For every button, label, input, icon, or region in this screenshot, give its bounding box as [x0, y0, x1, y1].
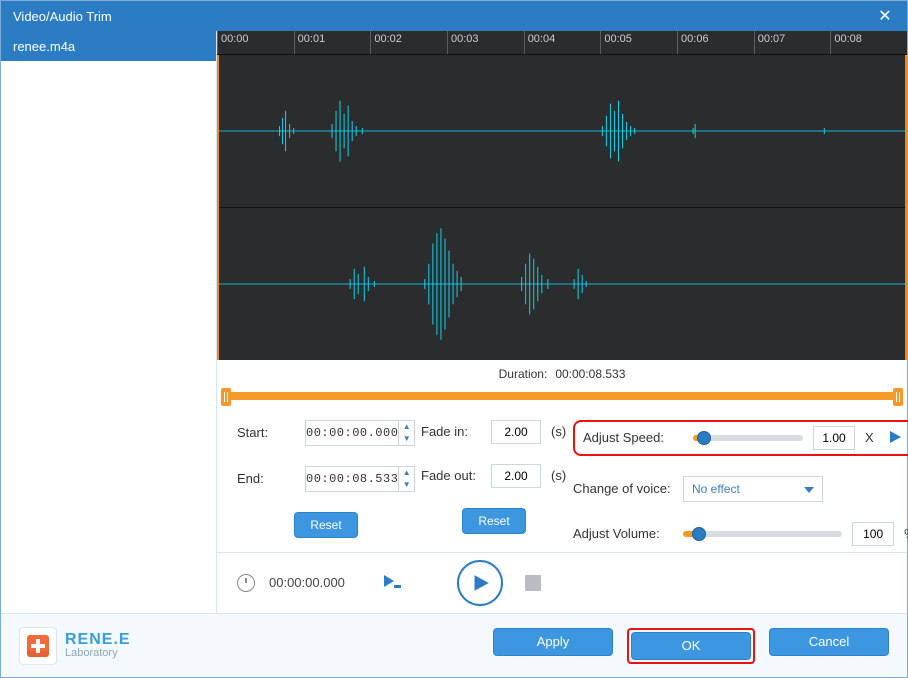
end-label: End: [237, 471, 295, 486]
ruler-tick: 00:07 [754, 31, 831, 54]
spinner-down-icon[interactable]: ▼ [399, 479, 414, 491]
preview-speed-button[interactable] [884, 429, 906, 447]
volume-unit: % [904, 526, 908, 541]
voice-effect-value: No effect [692, 482, 740, 496]
duration-label: Duration: [499, 367, 548, 381]
seconds-unit: (s) [551, 468, 567, 483]
reset-fade-button[interactable]: Reset [462, 508, 526, 534]
ruler-tick: 00:02 [370, 31, 447, 54]
titlebar: Video/Audio Trim ✕ [1, 1, 907, 31]
ruler-tick: 00:01 [294, 31, 371, 54]
spinner-down-icon[interactable]: ▼ [399, 433, 414, 445]
seek-end-button[interactable] [379, 572, 405, 594]
footer: RENE.E Laboratory Apply OK Cancel [1, 613, 907, 677]
volume-slider[interactable] [683, 531, 842, 537]
ok-highlight: OK [627, 628, 755, 664]
play-button[interactable] [457, 560, 503, 606]
window-title: Video/Audio Trim [13, 9, 873, 24]
start-label: Start: [237, 425, 295, 440]
duration-readout: Duration: 00:00:08.533 [217, 360, 907, 388]
stop-icon [525, 575, 541, 591]
ruler-tick: 00:06 [677, 31, 754, 54]
apply-button[interactable]: Apply [493, 628, 613, 656]
brand-logo: RENE.E Laboratory [19, 627, 131, 665]
video-audio-trim-dialog: Video/Audio Trim ✕ renee.m4a 00:00 00:01… [0, 0, 908, 678]
file-sidebar: renee.m4a [1, 31, 217, 613]
fade-out-label: Fade out: [421, 468, 481, 483]
spinner-up-icon[interactable]: ▲ [399, 467, 414, 479]
playback-time: 00:00:00.000 [269, 575, 365, 590]
logo-icon [19, 627, 57, 665]
trim-handle-end[interactable] [893, 388, 903, 406]
adjust-speed-label: Adjust Speed: [583, 430, 683, 445]
clock-icon [237, 574, 255, 592]
close-icon[interactable]: ✕ [873, 6, 897, 26]
trim-range-bar[interactable] [217, 388, 907, 406]
file-list-item[interactable]: renee.m4a [1, 31, 216, 61]
voice-effect-select[interactable]: No effect [683, 476, 823, 502]
start-time-value: 00:00:00.000 [306, 426, 398, 440]
ruler-tick: 00:03 [447, 31, 524, 54]
change-voice-label: Change of voice: [573, 481, 673, 496]
trim-handle-start[interactable] [221, 388, 231, 406]
speed-unit: X [865, 430, 874, 445]
reset-trim-button[interactable]: Reset [294, 512, 358, 538]
speed-highlight: Adjust Speed: X [573, 420, 908, 456]
start-time-input[interactable]: 00:00:00.000 ▲ ▼ [305, 420, 415, 446]
ruler-tick: 00:00 [217, 31, 294, 54]
speed-input[interactable] [813, 426, 855, 450]
cancel-button[interactable]: Cancel [769, 628, 889, 656]
fade-in-input[interactable] [491, 420, 541, 444]
adjust-volume-label: Adjust Volume: [573, 526, 673, 541]
duration-value: 00:00:08.533 [555, 367, 625, 381]
waveform-channel-1 [219, 55, 905, 207]
brand-subtitle: Laboratory [65, 648, 131, 659]
speed-slider[interactable] [693, 435, 803, 441]
seconds-unit: (s) [551, 424, 567, 439]
ok-button[interactable]: OK [631, 632, 751, 660]
ruler-tick: 00:08 [830, 31, 907, 54]
stop-button[interactable] [517, 567, 549, 599]
end-time-value: 00:00:08.533 [306, 472, 398, 486]
fade-out-input[interactable] [491, 464, 541, 488]
timeline-ruler[interactable]: 00:00 00:01 00:02 00:03 00:04 00:05 00:0… [217, 31, 907, 55]
file-name: renee.m4a [13, 39, 75, 54]
fade-in-label: Fade in: [421, 424, 481, 439]
ruler-tick: 00:05 [600, 31, 677, 54]
waveform-channel-2 [219, 208, 905, 360]
volume-input[interactable] [852, 522, 894, 546]
playback-bar: 00:00:00.000 [217, 552, 907, 613]
waveform-area[interactable] [217, 55, 907, 360]
spinner-up-icon[interactable]: ▲ [399, 421, 414, 433]
brand-name: RENE.E [65, 632, 131, 648]
end-time-input[interactable]: 00:00:08.533 ▲ ▼ [305, 466, 415, 492]
caret-down-icon [804, 487, 814, 493]
ruler-tick: 00:04 [524, 31, 601, 54]
